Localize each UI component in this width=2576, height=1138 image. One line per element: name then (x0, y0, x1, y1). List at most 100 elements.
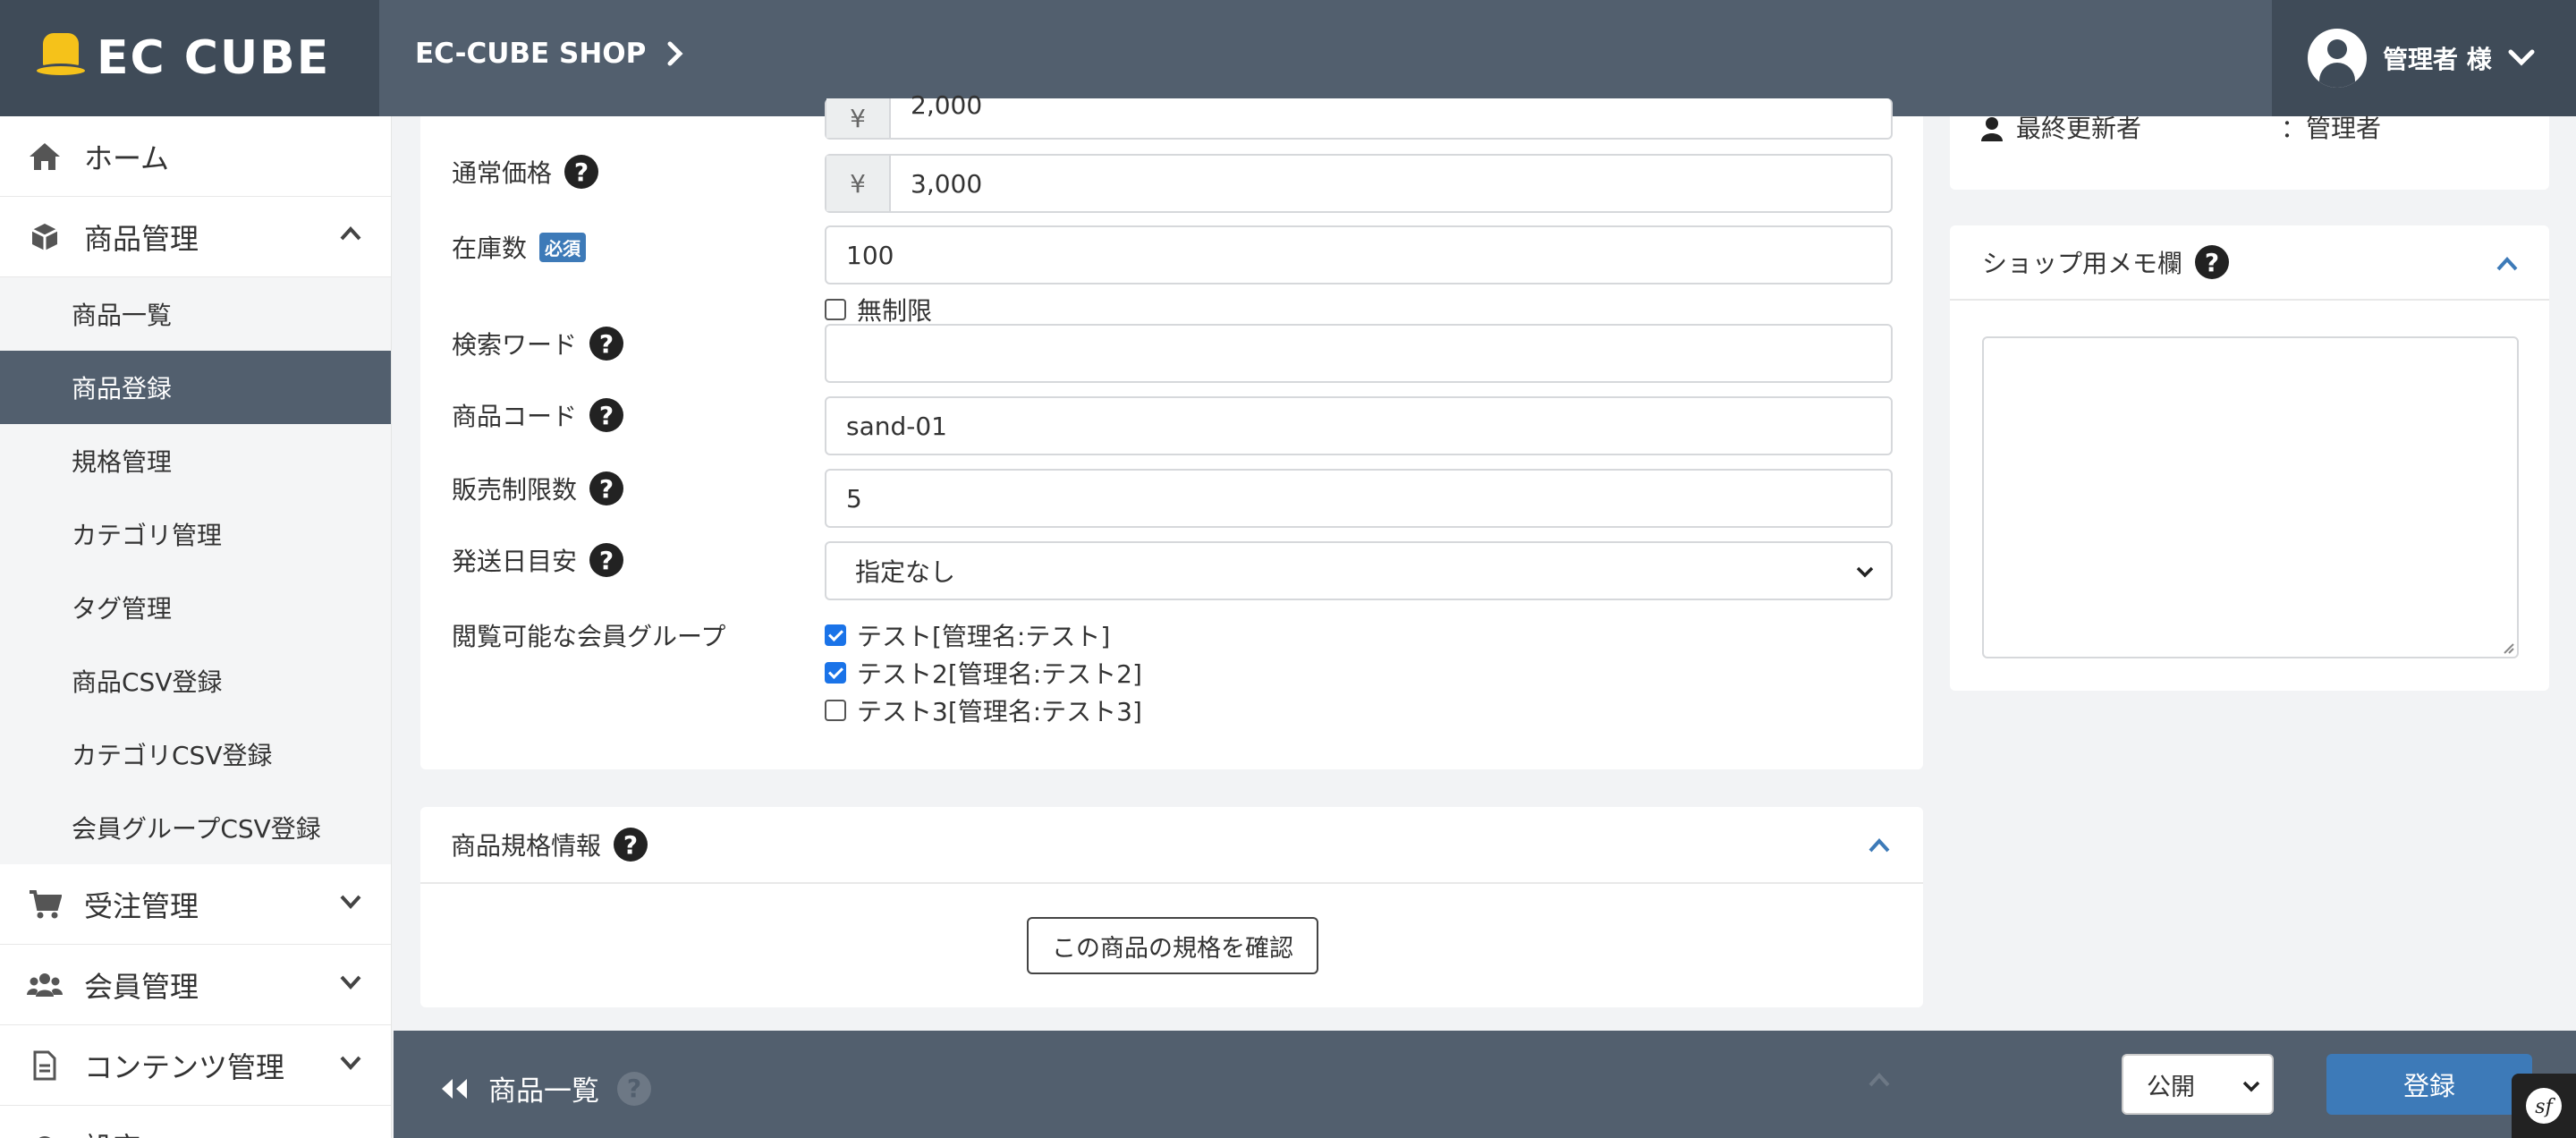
label-text: 閲覧可能な会員グループ (452, 622, 726, 651)
unlimited-checkbox[interactable]: 無制限 (825, 292, 932, 327)
sidebar-item-label: コンテンツ管理 (84, 1049, 285, 1084)
help-icon[interactable]: ? (589, 327, 624, 361)
register-button[interactable]: 登録 (2326, 1054, 2532, 1115)
user-avatar-icon (2308, 29, 2367, 88)
chevron-up-icon[interactable] (1868, 1072, 1891, 1088)
chevron-down-icon (340, 1056, 361, 1070)
back-to-list-link[interactable]: 商品一覧 ? (438, 1068, 651, 1108)
chevron-down-icon (340, 975, 361, 989)
search-word-input[interactable] (825, 324, 1893, 383)
checkbox-box[interactable] (825, 662, 846, 684)
box-icon (27, 221, 63, 253)
sidebar-sub-category[interactable]: カテゴリ管理 (0, 497, 391, 571)
sale-price-value: 2,000 (911, 89, 983, 120)
memo-textarea[interactable] (1982, 336, 2519, 658)
product-code-input[interactable]: sand-01 (825, 396, 1893, 455)
product-code-value: sand-01 (846, 411, 947, 441)
memo-card: ショップ用メモ欄 ? (1950, 225, 2549, 691)
sidebar-sub-class[interactable]: 規格管理 (0, 424, 391, 497)
help-icon[interactable]: ? (589, 543, 624, 577)
user-menu[interactable]: 管理者 様 (2272, 0, 2576, 116)
help-icon[interactable]: ? (2195, 245, 2230, 279)
delivery-select[interactable]: 指定なし (825, 541, 1893, 600)
sidebar-item-order[interactable]: 受注管理 (0, 864, 391, 945)
logo[interactable]: EC CUBE (0, 0, 379, 116)
label-text: 検索ワード (452, 330, 578, 360)
file-icon (27, 1049, 63, 1082)
currency-prefix: ¥ (826, 98, 891, 138)
chevron-up-icon[interactable] (1868, 837, 1891, 854)
sidebar-item-customer[interactable]: 会員管理 (0, 945, 391, 1025)
label-text: 発送日目安 (452, 547, 578, 576)
chevron-down-icon (2242, 1081, 2260, 1092)
help-icon[interactable]: ? (617, 1071, 651, 1106)
sidebar-sub-product-csv[interactable]: 商品CSV登録 (0, 644, 391, 718)
logo-text: EC CUBE (97, 31, 331, 85)
help-icon[interactable]: ? (614, 828, 648, 862)
currency-prefix: ¥ (826, 156, 891, 211)
delivery-value: 指定なし (855, 557, 956, 587)
help-icon[interactable]: ? (589, 471, 624, 505)
sidebar-sub-product-list[interactable]: 商品一覧 (0, 277, 391, 351)
spec-section-header[interactable]: 商品規格情報 ? (420, 807, 1923, 884)
delivery-label: 発送日目安 ? (452, 542, 624, 578)
hat-icon (34, 33, 88, 83)
sidebar-item-content[interactable]: コンテンツ管理 (0, 1025, 391, 1106)
check-spec-button[interactable]: この商品の規格を確認 (1027, 917, 1318, 974)
sale-limit-input[interactable]: 5 (825, 469, 1893, 528)
sidebar-sub-tag[interactable]: タグ管理 (0, 571, 391, 644)
product-code-label: 商品コード ? (452, 397, 624, 433)
last-editor-value: ：管理者 (2281, 114, 2382, 143)
sidebar-item-home[interactable]: ホーム (0, 116, 391, 197)
sidebar-item-label: 設定 (84, 1125, 141, 1138)
stock-label: 在庫数 必須 (452, 229, 587, 265)
gear-icon (27, 1130, 63, 1138)
regular-price-input[interactable]: ¥ 3,000 (825, 154, 1893, 213)
checkbox-label: テスト2[管理名:テスト2] (857, 659, 1142, 689)
sidebar: ホーム 商品管理 商品一覧 商品登録 規格管理 カテゴリ管理 タグ管理 商品CS… (0, 116, 392, 1138)
users-icon (27, 969, 63, 1001)
group-checkbox-2[interactable]: テスト2[管理名:テスト2] (825, 655, 1142, 691)
last-editor-label: 最終更新者 (2016, 114, 2142, 143)
user-icon (1981, 117, 2003, 141)
chevron-right-icon (667, 41, 683, 66)
sidebar-item-label: 会員管理 (84, 969, 199, 1004)
chevron-down-icon (1856, 566, 1874, 578)
memo-header[interactable]: ショップ用メモ欄 ? (1950, 225, 2549, 301)
shop-link[interactable]: EC-CUBE SHOP (415, 38, 683, 70)
sidebar-item-settings[interactable]: 設定 (0, 1106, 391, 1138)
spec-section-title: 商品規格情報 (451, 831, 602, 861)
sidebar-sub-group-csv[interactable]: 会員グループCSV登録 (0, 791, 391, 864)
sidebar-sub-category-csv[interactable]: カテゴリCSV登録 (0, 718, 391, 791)
label-text: 通常価格 (452, 158, 553, 188)
sidebar-item-label: 受注管理 (84, 888, 199, 923)
sale-limit-label: 販売制限数 ? (452, 471, 624, 506)
checkbox-label: テスト3[管理名:テスト3] (857, 697, 1142, 726)
status-select[interactable]: 公開 (2122, 1054, 2274, 1115)
status-value: 公開 (2147, 1073, 2195, 1101)
checkbox-box[interactable] (825, 299, 846, 320)
info-card: 最終更新者 ：管理者 (1950, 114, 2549, 190)
chevron-up-icon[interactable] (2496, 256, 2519, 272)
required-badge: 必須 (539, 232, 587, 262)
resize-handle-icon[interactable] (2501, 641, 2515, 655)
group-checkbox-3[interactable]: テスト3[管理名:テスト3] (825, 692, 1142, 728)
group-checkbox-1[interactable]: テスト[管理名:テスト] (825, 617, 1110, 653)
help-icon[interactable]: ? (564, 155, 599, 189)
sidebar-item-label: 商品管理 (84, 221, 199, 256)
spec-section-card: 商品規格情報 ? (420, 807, 1923, 1007)
sidebar-sub-product-register[interactable]: 商品登録 (0, 351, 391, 424)
symfony-debug-icon[interactable]: sf (2512, 1074, 2576, 1138)
label-text: 商品コード (452, 402, 578, 431)
label-text: 販売制限数 (452, 475, 578, 505)
checkbox-box[interactable] (825, 700, 846, 721)
help-icon[interactable]: ? (589, 398, 624, 432)
member-group-label: 閲覧可能な会員グループ (452, 617, 725, 653)
sale-price-input[interactable]: ¥ 2,000 (825, 90, 1893, 140)
back-label: 商品一覧 (488, 1075, 599, 1108)
regular-price-value: 3,000 (911, 168, 983, 199)
sidebar-item-product[interactable]: 商品管理 (0, 197, 391, 277)
stock-input[interactable]: 100 (825, 225, 1893, 284)
double-chevron-left-icon (442, 1078, 467, 1099)
checkbox-box[interactable] (825, 624, 846, 646)
